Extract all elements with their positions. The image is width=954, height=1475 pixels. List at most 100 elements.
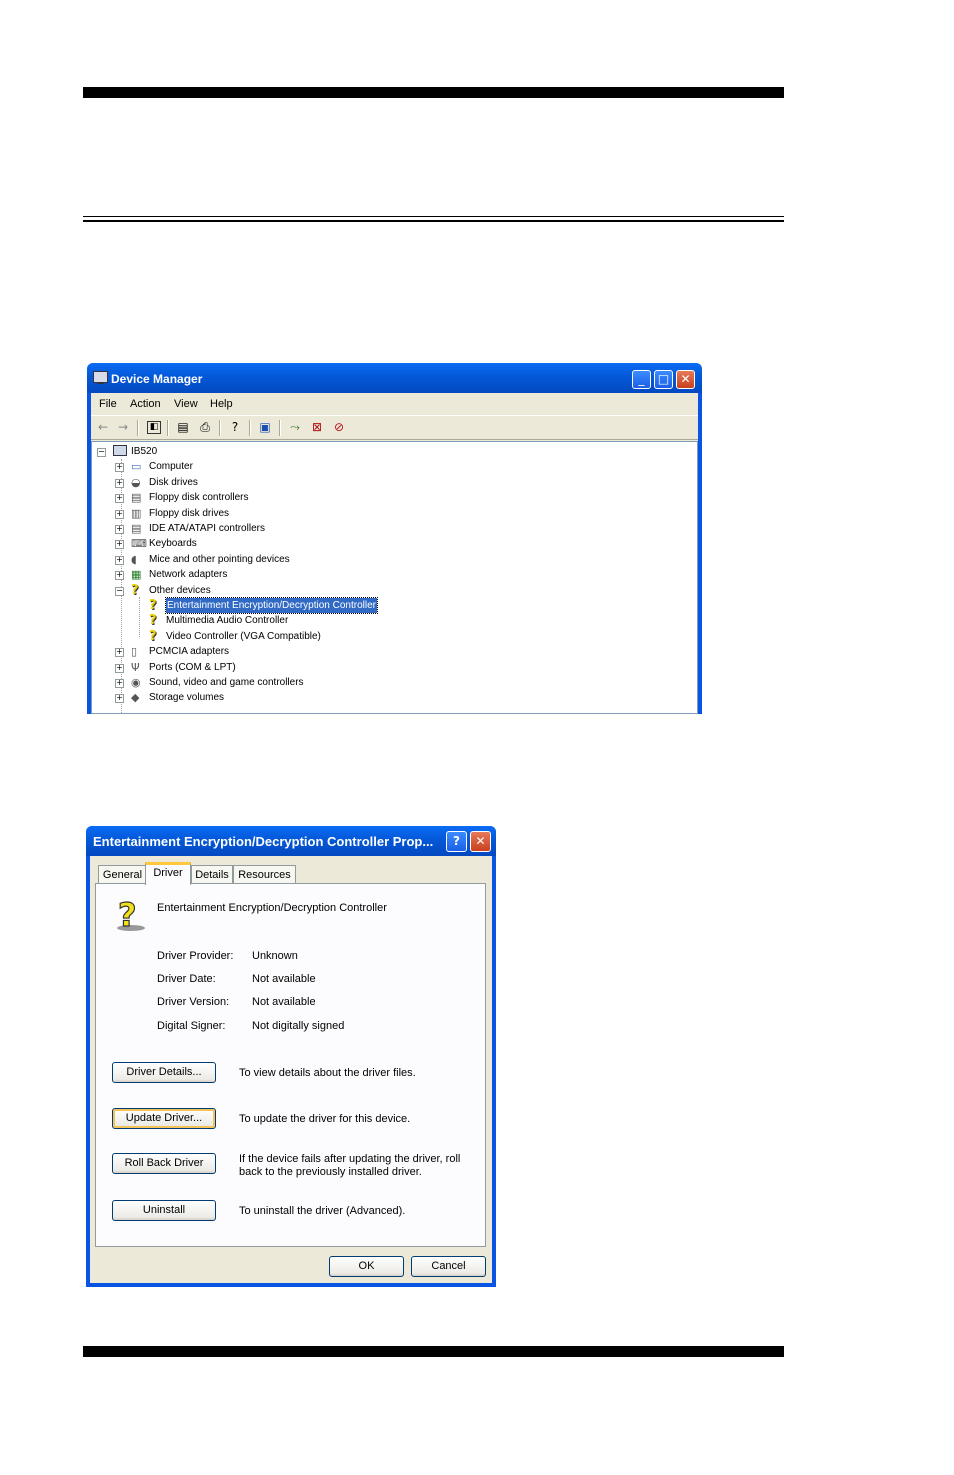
expand-toggle[interactable]: + [115, 555, 124, 565]
ok-button[interactable]: OK [329, 1256, 404, 1277]
header-rule [83, 87, 784, 98]
toolbar-separator [167, 420, 169, 436]
ide-controller-icon: ▤ [131, 522, 142, 535]
properties-titlebar[interactable]: Entertainment Encryption/Decryption Cont… [86, 826, 496, 856]
expand-toggle[interactable]: + [115, 525, 124, 534]
expand-toggle[interactable]: + [115, 494, 124, 504]
tree-item[interactable]: Network adapters [149, 567, 227, 582]
help-icon[interactable]: ? [227, 420, 243, 435]
digital-signer-value: Not digitally signed [252, 1020, 345, 1032]
scan-hardware-icon[interactable]: ▣ [257, 420, 273, 435]
tree-item[interactable]: Floppy disk controllers [149, 490, 248, 505]
tree-item[interactable]: Storage volumes [149, 690, 224, 705]
disable-icon[interactable]: ⊘ [331, 420, 347, 435]
device-manager-window: Device Manager _ □ ✕ File Action View He… [87, 363, 702, 714]
toolbar-separator [137, 420, 139, 436]
collapse-toggle[interactable]: − [97, 448, 106, 457]
update-driver-icon[interactable]: ⤳ [287, 420, 303, 435]
expand-toggle[interactable]: + [115, 509, 124, 519]
unknown-device-icon: ? [149, 628, 157, 644]
menu-view[interactable]: View [174, 398, 198, 410]
tree-item[interactable]: Computer [149, 459, 193, 474]
uninstall-button[interactable]: Uninstall [112, 1200, 216, 1221]
header-double-rule-top [83, 216, 784, 217]
pcmcia-icon: ▯ [131, 645, 138, 659]
expand-toggle[interactable]: + [115, 571, 124, 581]
expand-toggle[interactable]: + [115, 694, 124, 704]
floppy-drive-icon: ▥ [131, 506, 142, 520]
collapse-toggle[interactable]: − [115, 586, 124, 596]
close-button[interactable]: ✕ [470, 831, 491, 852]
tree-item-selected[interactable]: Entertainment Encryption/Decryption Cont… [165, 597, 378, 614]
back-arrow-icon[interactable]: ← [95, 420, 111, 435]
roll-back-desc-line1: If the device fails after updating the d… [239, 1153, 461, 1165]
expand-toggle[interactable]: + [115, 463, 124, 473]
minimize-button[interactable]: _ [632, 370, 651, 389]
menu-action[interactable]: Action [130, 398, 161, 410]
port-icon: Ψ [131, 660, 140, 674]
tree-item[interactable]: Keyboards [149, 536, 197, 551]
driver-tab-panel: ? Entertainment Encryption/Decryption Co… [95, 883, 486, 1247]
cancel-button[interactable]: Cancel [411, 1256, 486, 1277]
expand-toggle[interactable]: + [115, 648, 124, 658]
roll-back-desc-line2: back to the previously installed driver. [239, 1166, 422, 1178]
floppy-controller-icon: ▤ [131, 491, 142, 505]
driver-version-label: Driver Version: [157, 996, 230, 1008]
unknown-device-icon: ? [117, 898, 145, 932]
unknown-device-icon: ? [131, 582, 139, 598]
disk-drive-icon: ◒ [131, 475, 141, 489]
device-manager-titlebar[interactable]: Device Manager _ □ ✕ [87, 363, 702, 393]
tree-item[interactable]: Other devices [149, 583, 211, 598]
close-button[interactable]: ✕ [676, 370, 695, 389]
driver-details-button[interactable]: Driver Details... [112, 1062, 216, 1083]
keyboard-icon: ⌨ [131, 537, 147, 551]
tab-general[interactable]: General [98, 865, 147, 884]
network-adapter-icon: ▦ [131, 568, 142, 582]
tab-resources[interactable]: Resources [233, 865, 296, 884]
update-driver-button[interactable]: Update Driver... [112, 1108, 216, 1129]
device-name: Entertainment Encryption/Decryption Cont… [157, 902, 387, 914]
tree-item[interactable]: IDE ATA/ATAPI controllers [149, 521, 265, 536]
tree-item[interactable]: Video Controller (VGA Compatible) [166, 629, 321, 644]
expand-toggle[interactable]: + [115, 679, 124, 688]
tree-item[interactable]: Mice and other pointing devices [149, 552, 290, 567]
tree-item[interactable]: Disk drives [149, 475, 198, 490]
driver-date-value: Not available [252, 973, 316, 985]
help-button[interactable]: ? [446, 831, 467, 852]
tree-item[interactable]: Floppy disk drives [149, 506, 229, 521]
tree-item[interactable]: Ports (COM & LPT) [149, 660, 236, 675]
expand-toggle[interactable]: + [115, 663, 124, 673]
menu-help[interactable]: Help [210, 398, 233, 410]
header-double-rule-bottom [83, 220, 784, 222]
uninstall-icon[interactable]: ⊠ [309, 420, 325, 435]
computer-icon [93, 371, 108, 384]
tree-item[interactable]: PCMCIA adapters [149, 644, 229, 659]
tab-driver[interactable]: Driver [145, 862, 191, 885]
update-driver-desc: To update the driver for this device. [239, 1113, 411, 1125]
computer-icon [113, 445, 127, 456]
unknown-device-icon: ? [149, 613, 157, 629]
forward-arrow-icon[interactable]: → [115, 420, 131, 435]
toolbar-separator [279, 420, 281, 436]
menu-file[interactable]: File [99, 398, 117, 410]
properties-icon[interactable]: ▤ [175, 420, 191, 435]
toolbar-separator [219, 420, 221, 436]
tree-item[interactable]: Sound, video and game controllers [149, 675, 304, 690]
show-hide-tree-icon[interactable]: ◧ [147, 421, 161, 434]
tree-item[interactable]: Multimedia Audio Controller [166, 613, 288, 628]
print-icon[interactable]: ⎙ [197, 420, 213, 435]
storage-icon: ◆ [131, 691, 140, 705]
driver-provider-value: Unknown [252, 950, 298, 962]
toolbar-separator [249, 420, 251, 436]
tree-root[interactable]: IB520 [131, 444, 157, 459]
tab-details[interactable]: Details [191, 865, 233, 884]
computer-icon: ▭ [131, 460, 142, 474]
maximize-button[interactable]: □ [654, 370, 673, 389]
tree-guide [139, 596, 140, 637]
svg-text:?: ? [118, 898, 137, 932]
roll-back-driver-button[interactable]: Roll Back Driver [112, 1153, 216, 1174]
expand-toggle[interactable]: + [115, 540, 124, 550]
expand-toggle[interactable]: + [115, 478, 124, 488]
mouse-icon: ◖ [131, 552, 137, 566]
dialog-title: Entertainment Encryption/Decryption Cont… [93, 834, 434, 849]
